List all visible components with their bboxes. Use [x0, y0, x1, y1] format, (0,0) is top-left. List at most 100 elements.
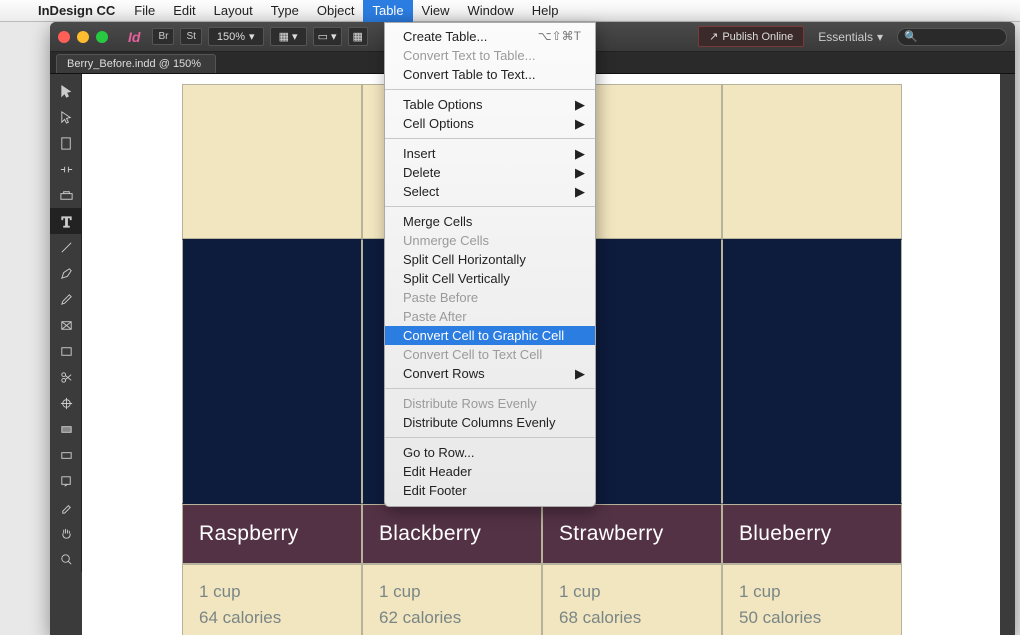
line-tool-icon[interactable] — [50, 234, 82, 260]
menu-item: Unmerge Cells — [385, 231, 595, 250]
menu-window[interactable]: Window — [459, 0, 523, 22]
zoom-window-button[interactable] — [96, 31, 108, 43]
pencil-tool-icon[interactable] — [50, 286, 82, 312]
table-cell[interactable]: 1 cup 64 calories — [182, 564, 362, 635]
screen-mode-select[interactable]: ▭ ▾ — [313, 27, 342, 46]
menu-table[interactable]: Table — [363, 0, 412, 22]
mac-menubar: InDesign CC File Edit Layout Type Object… — [0, 0, 1020, 22]
menu-item[interactable]: Merge Cells — [385, 212, 595, 231]
table-row: Raspberry Blackberry Strawberry Blueberr… — [182, 504, 902, 564]
window-controls — [58, 31, 108, 43]
menu-item[interactable]: Select▶ — [385, 182, 595, 201]
table-cell[interactable]: 1 cup 68 calories — [542, 564, 722, 635]
selection-tool-icon[interactable] — [50, 78, 82, 104]
menu-item[interactable]: Split Cell Vertically — [385, 269, 595, 288]
indesign-logo-icon: Id — [122, 29, 146, 45]
cell-text: 68 calories — [559, 608, 641, 627]
workspace-label: Essentials — [818, 30, 873, 44]
view-options-select[interactable]: ▦ ▾ — [270, 27, 307, 46]
menu-separator — [385, 89, 595, 90]
hand-tool-icon[interactable] — [50, 520, 82, 546]
table-cell[interactable]: 1 cup62 calories — [362, 564, 542, 635]
menu-item[interactable]: Delete▶ — [385, 163, 595, 182]
table-cell[interactable]: 1 cup 50 calories — [722, 564, 902, 635]
table-header-cell[interactable]: Strawberry — [542, 504, 722, 564]
menu-item[interactable]: Convert Rows▶ — [385, 364, 595, 383]
app-name[interactable]: InDesign CC — [28, 3, 125, 18]
table-cell[interactable] — [722, 84, 902, 239]
zoom-level-select[interactable]: 150%▾ — [208, 27, 264, 46]
direct-selection-tool-icon[interactable] — [50, 104, 82, 130]
gradient-feather-tool-icon[interactable] — [50, 442, 82, 468]
table-cell[interactable] — [722, 239, 902, 504]
menu-help[interactable]: Help — [523, 0, 568, 22]
minimize-window-button[interactable] — [77, 31, 89, 43]
menu-layout[interactable]: Layout — [205, 0, 262, 22]
submenu-arrow-icon: ▶ — [575, 184, 585, 200]
submenu-arrow-icon: ▶ — [575, 165, 585, 181]
gap-tool-icon[interactable] — [50, 156, 82, 182]
submenu-arrow-icon: ▶ — [575, 366, 585, 382]
menu-item[interactable]: Table Options▶ — [385, 95, 595, 114]
menu-file[interactable]: File — [125, 0, 164, 22]
publish-online-button[interactable]: ↗Publish Online — [698, 26, 804, 47]
shortcut-label: ⌥⇧⌘T — [538, 29, 581, 43]
note-tool-icon[interactable] — [50, 468, 82, 494]
rectangle-frame-tool-icon[interactable] — [50, 312, 82, 338]
menu-type[interactable]: Type — [262, 0, 308, 22]
menu-item[interactable]: Cell Options▶ — [385, 114, 595, 133]
workspace-switcher[interactable]: Essentials▾ — [810, 30, 891, 44]
free-transform-tool-icon[interactable] — [50, 390, 82, 416]
search-input[interactable]: 🔍 — [897, 28, 1007, 46]
upload-icon: ↗ — [709, 30, 718, 43]
cell-text: 50 calories — [739, 608, 821, 627]
chevron-down-icon: ▾ — [249, 30, 255, 43]
menu-separator — [385, 206, 595, 207]
submenu-arrow-icon: ▶ — [575, 97, 585, 113]
content-collector-tool-icon[interactable] — [50, 182, 82, 208]
stock-button[interactable]: St — [180, 28, 201, 45]
bridge-button[interactable]: Br — [152, 28, 174, 45]
menu-item[interactable]: Create Table...⌥⇧⌘T — [385, 27, 595, 46]
table-cell[interactable] — [182, 239, 362, 504]
submenu-arrow-icon: ▶ — [575, 116, 585, 132]
cell-text: 62 calories — [379, 608, 461, 627]
zoom-tool-icon[interactable] — [50, 546, 82, 572]
menu-item[interactable]: Convert Table to Text... — [385, 65, 595, 84]
menu-item[interactable]: Distribute Columns Evenly — [385, 413, 595, 432]
menu-item[interactable]: Split Cell Horizontally — [385, 250, 595, 269]
table-menu-dropdown: Create Table...⌥⇧⌘TConvert Text to Table… — [384, 22, 596, 507]
menu-separator — [385, 138, 595, 139]
cell-text: 1 cup — [199, 582, 241, 601]
document-tab[interactable]: ×Berry_Before.indd @ 150% — [56, 54, 216, 73]
page-tool-icon[interactable] — [50, 130, 82, 156]
close-window-button[interactable] — [58, 31, 70, 43]
menu-item[interactable]: Edit Header — [385, 462, 595, 481]
rectangle-tool-icon[interactable] — [50, 338, 82, 364]
eyedropper-tool-icon[interactable] — [50, 494, 82, 520]
menu-item: Distribute Rows Evenly — [385, 394, 595, 413]
vertical-scrollbar[interactable] — [1000, 74, 1015, 635]
pen-tool-icon[interactable] — [50, 260, 82, 286]
table-header-cell[interactable]: Blackberry — [362, 504, 542, 564]
scissors-tool-icon[interactable] — [50, 364, 82, 390]
cell-text: 64 calories — [199, 608, 281, 627]
table-header-cell[interactable]: Raspberry — [182, 504, 362, 564]
menu-item: Convert Cell to Text Cell — [385, 345, 595, 364]
menu-item[interactable]: Go to Row... — [385, 443, 595, 462]
menu-item[interactable]: Insert▶ — [385, 144, 595, 163]
table-header-cell[interactable]: Blueberry — [722, 504, 902, 564]
table-row: 1 cup64 calories 1 cup62 calories 1 cup6… — [182, 564, 902, 635]
arrange-select[interactable]: ▦ — [348, 27, 368, 46]
menu-view[interactable]: View — [413, 0, 459, 22]
menu-edit[interactable]: Edit — [164, 0, 204, 22]
menu-item[interactable]: Edit Footer — [385, 481, 595, 500]
cell-text: 1 cup — [739, 582, 781, 601]
menu-item: Paste After — [385, 307, 595, 326]
cell-text: 1 cup — [559, 582, 601, 601]
type-tool-icon[interactable] — [50, 208, 82, 234]
table-cell[interactable] — [182, 84, 362, 239]
menu-item[interactable]: Convert Cell to Graphic Cell — [385, 326, 595, 345]
menu-object[interactable]: Object — [308, 0, 364, 22]
gradient-swatch-tool-icon[interactable] — [50, 416, 82, 442]
